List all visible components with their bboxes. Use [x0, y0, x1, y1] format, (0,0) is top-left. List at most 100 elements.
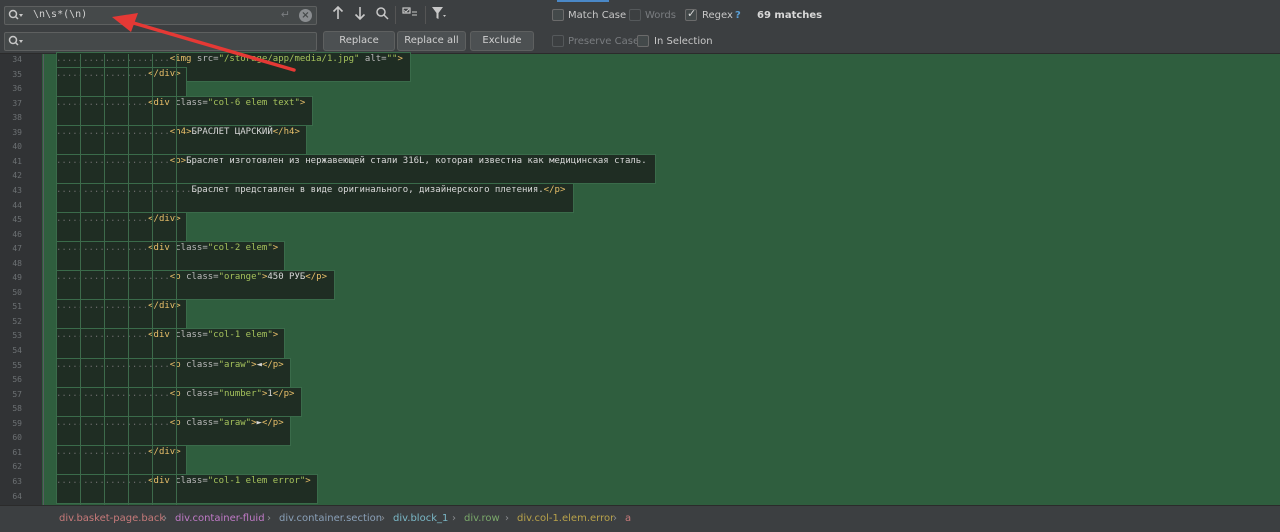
- breadcrumb-item[interactable]: div.container-fluid: [175, 513, 265, 524]
- line-number: 58: [12, 404, 22, 414]
- breadcrumb-item[interactable]: div.col-1.elem.error: [517, 513, 614, 524]
- search-input[interactable]: \n\s*(\n) ↵ ×: [4, 6, 317, 25]
- tab-strip: [0, 0, 1280, 2]
- code-line[interactable]: .....................<p class="araw">►</…: [56, 416, 284, 431]
- clear-icon[interactable]: ×: [299, 9, 312, 22]
- fold-guide: [43, 54, 44, 505]
- line-number: 56: [12, 375, 22, 385]
- line-number: 49: [12, 273, 22, 283]
- line-number: 34: [12, 55, 22, 64]
- code-line[interactable]: .................</div>: [56, 67, 181, 82]
- in-selection-label: In Selection: [654, 36, 713, 47]
- breadcrumb-separator: ›: [163, 513, 167, 524]
- regex-checkbox[interactable]: [685, 7, 697, 21]
- search-history-icon[interactable]: [8, 9, 24, 23]
- line-number: 39: [12, 127, 22, 137]
- code-line[interactable]: .....................<p class="araw">◄</…: [56, 358, 284, 373]
- line-number: 40: [12, 142, 22, 152]
- in-selection-checkbox[interactable]: [637, 35, 649, 47]
- preserve-case-checkbox[interactable]: [552, 35, 564, 47]
- code-editor[interactable]: 34 35 36 37 38 39 40 41 42 43 44 45 46 47 48 49 50 51 52 53…: [0, 52, 1280, 505]
- toolbar-separator: [425, 6, 426, 24]
- line-number: 60: [12, 433, 22, 443]
- code-line[interactable]: .................</div>: [56, 299, 181, 314]
- match-case-label: Match Case: [568, 10, 627, 21]
- regex-help-link[interactable]: ?: [735, 10, 741, 21]
- breadcrumb-item[interactable]: a: [625, 513, 631, 524]
- breadcrumb-item[interactable]: div.basket-page.back: [59, 513, 165, 524]
- line-number: 63: [12, 476, 22, 486]
- toolbar-separator: [395, 6, 396, 24]
- line-number: 57: [12, 389, 22, 399]
- indent-guide: [176, 54, 177, 505]
- code-line[interactable]: .................<div class="col-1 elem …: [56, 474, 311, 489]
- code-line[interactable]: .................<div class="col-2 elem"…: [56, 241, 278, 256]
- line-number: 38: [12, 113, 22, 123]
- find-replace-panel: \n\s*(\n) ↵ × Replace Replace all Exclud…: [0, 0, 1280, 54]
- line-number: 35: [12, 69, 22, 79]
- line-number: 43: [12, 185, 22, 195]
- select-all-occurrences-icon[interactable]: [401, 6, 419, 24]
- code-line[interactable]: .....................<h4>БРАСЛЕТ ЦАРСКИЙ…: [56, 125, 300, 140]
- indent-guide: [104, 54, 105, 505]
- replace-all-button[interactable]: Replace all: [397, 31, 466, 51]
- breadcrumb-item[interactable]: div.block_1: [393, 513, 448, 524]
- line-number: 42: [12, 171, 22, 181]
- code-line[interactable]: .....................<p>Браслет изготовл…: [56, 154, 647, 169]
- line-number: 51: [12, 302, 22, 312]
- line-number: 45: [12, 215, 22, 225]
- breadcrumb-separator: ›: [267, 513, 271, 524]
- arrow-down-icon[interactable]: [351, 6, 369, 24]
- replace-input[interactable]: [4, 32, 317, 51]
- search-value: \n\s*(\n): [33, 9, 88, 20]
- line-number: 44: [12, 200, 22, 210]
- line-number: 61: [12, 447, 22, 457]
- indent-guide: [152, 54, 153, 505]
- arrow-up-icon[interactable]: [329, 5, 347, 24]
- code-line[interactable]: .................</div>: [56, 445, 181, 460]
- line-number: 37: [12, 98, 22, 108]
- line-number: 53: [12, 331, 22, 341]
- line-number: 36: [12, 84, 22, 94]
- breadcrumb-item[interactable]: div.container.section: [279, 513, 382, 524]
- line-number: 55: [12, 360, 22, 370]
- code-line[interactable]: .........................Браслет предста…: [56, 183, 565, 198]
- match-count: 69 matches: [757, 10, 823, 21]
- code-line[interactable]: .................<div class="col-1 elem"…: [56, 328, 278, 343]
- code-line[interactable]: .....................<img src="/storage/…: [56, 52, 403, 67]
- line-number-gutter: 34 35 36 37 38 39 40 41 42 43 44 45 46 47 48 49 50 51 52 53…: [0, 54, 42, 505]
- code-line[interactable]: .....................<p class="orange">4…: [56, 270, 327, 285]
- line-number: 59: [12, 418, 22, 428]
- exclude-button[interactable]: Exclude: [470, 31, 534, 51]
- line-number: 47: [12, 244, 22, 254]
- replace-button[interactable]: Replace: [323, 31, 395, 51]
- line-number: 62: [12, 462, 22, 472]
- find-all-icon[interactable]: [373, 6, 391, 24]
- match-case-checkbox[interactable]: [552, 9, 564, 21]
- indent-guide: [128, 54, 129, 505]
- filter-icon[interactable]: [430, 6, 448, 24]
- indent-guide: [80, 54, 81, 505]
- breadcrumb-separator: ›: [505, 513, 509, 524]
- line-number: 41: [12, 156, 22, 166]
- line-number: 48: [12, 258, 22, 268]
- words-checkbox[interactable]: [629, 9, 641, 21]
- active-tab-indicator: [557, 0, 609, 2]
- breadcrumb: div.basket-page.back › div.container-fluid…: [0, 505, 1280, 532]
- code-line[interactable]: .................</div>: [56, 212, 181, 227]
- line-number: 64: [12, 491, 22, 501]
- newline-icon[interactable]: ↵: [281, 8, 290, 21]
- words-label: Words: [645, 10, 676, 21]
- code-line[interactable]: .................<div class="col-6 elem …: [56, 96, 305, 111]
- regex-label: Regex: [702, 10, 733, 21]
- line-number: 46: [12, 229, 22, 239]
- line-number: 50: [12, 287, 22, 297]
- preserve-case-label: Preserve Case: [568, 36, 640, 47]
- breadcrumb-separator: ›: [452, 513, 456, 524]
- breadcrumb-item[interactable]: div.row: [464, 513, 500, 524]
- line-number: 54: [12, 346, 22, 355]
- breadcrumb-separator: ›: [381, 513, 385, 524]
- breadcrumb-separator: ›: [613, 513, 617, 524]
- line-number: 52: [12, 316, 22, 326]
- replace-history-icon[interactable]: [8, 35, 24, 49]
